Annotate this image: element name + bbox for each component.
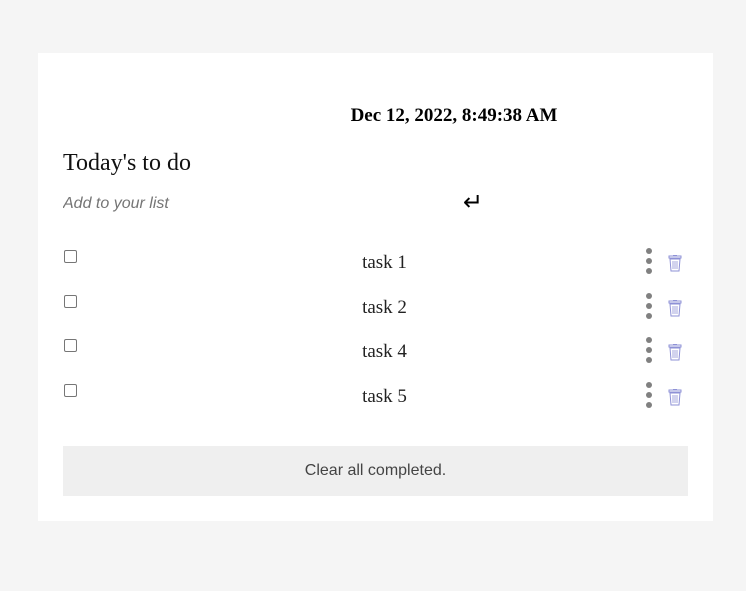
task-item: task 2: [63, 287, 688, 332]
clear-completed-button[interactable]: Clear all completed.: [63, 446, 688, 496]
vertical-ellipsis-icon[interactable]: [643, 247, 655, 275]
task-item: task 5: [63, 376, 688, 421]
trash-icon[interactable]: [668, 388, 682, 406]
task-label: task 5: [362, 385, 407, 407]
vertical-ellipsis-icon[interactable]: [643, 292, 655, 320]
trash-icon[interactable]: [668, 255, 682, 272]
task-label: task 1: [362, 252, 407, 273]
current-datetime: Dec 12, 2022, 8:49:38 AM: [350, 105, 558, 126]
trash-icon[interactable]: [668, 299, 682, 317]
enter-return-icon[interactable]: ↵: [463, 188, 483, 216]
task-checkbox[interactable]: [64, 339, 77, 352]
todo-card: Dec 12, 2022, 8:49:38 AM Today's to do ↵…: [38, 53, 713, 521]
vertical-ellipsis-icon[interactable]: [643, 336, 655, 364]
vertical-ellipsis-icon[interactable]: [643, 381, 655, 409]
task-label: task 4: [362, 341, 407, 362]
task-checkbox[interactable]: [64, 383, 77, 397]
page-title: Today's to do: [63, 150, 191, 176]
task-checkbox[interactable]: [64, 250, 77, 263]
task-item: task 4: [63, 331, 688, 376]
trash-icon[interactable]: [668, 344, 682, 361]
task-list: task 1 task 2 task 4 task 5: [63, 242, 688, 420]
add-task-row: ↵: [63, 188, 493, 220]
task-checkbox[interactable]: [64, 294, 77, 308]
task-item: task 1: [63, 242, 688, 287]
task-label: task 2: [362, 296, 407, 318]
add-task-input[interactable]: [63, 190, 443, 218]
